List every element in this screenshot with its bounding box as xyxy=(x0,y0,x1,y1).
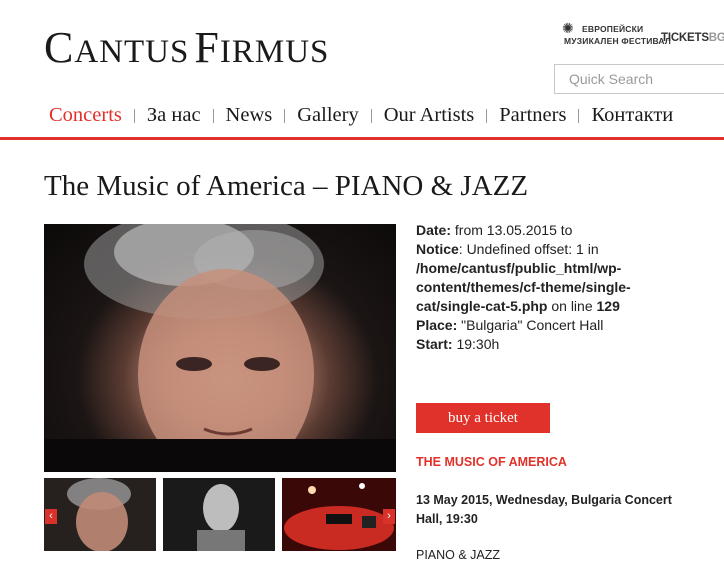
page-title: The Music of America – PIANO & JAZZ xyxy=(44,170,529,202)
gallery-next-arrow-icon[interactable]: › xyxy=(383,509,395,524)
place-label: Place: xyxy=(416,317,458,333)
buy-ticket-button[interactable]: buy a ticket xyxy=(416,403,550,433)
nav-item-partners[interactable]: Partners xyxy=(499,104,566,127)
event-place-row: Place: "Bulgaria" Concert Hall xyxy=(416,316,652,335)
concert-genre: PIANO & JAZZ xyxy=(416,548,501,562)
logo-word-antus: ANTUS xyxy=(74,34,190,70)
nav-divider xyxy=(133,108,135,123)
gallery-thumbnail[interactable] xyxy=(44,478,156,551)
event-date-row: Date: from 13.05.2015 to xyxy=(416,221,652,240)
notice-online: on line xyxy=(547,298,597,314)
ticketsbg-main: TICKETS xyxy=(661,32,709,44)
partner-ticketsbg-logo[interactable]: TICKETSBG. xyxy=(661,32,724,44)
ticketsbg-suffix: BG. xyxy=(708,32,724,44)
festival-star-icon: ✺ xyxy=(562,20,574,36)
main-event-photo[interactable] xyxy=(44,224,396,472)
php-notice: Notice: Undefined offset: 1 in /home/can… xyxy=(416,240,652,316)
nav-underline xyxy=(0,137,724,140)
logo-word-irmus: IRMUS xyxy=(219,34,330,70)
gallery-prev-arrow-icon[interactable]: ‹ xyxy=(45,509,57,524)
start-label: Start: xyxy=(416,336,453,352)
concert-title: THE MUSIC OF AMERICA xyxy=(416,455,567,469)
event-start-row: Start: 19:30h xyxy=(416,335,652,354)
nav-divider xyxy=(578,108,580,123)
gallery-thumbnail[interactable] xyxy=(282,478,396,551)
main-navigation: Concerts За нас News Gallery Our Artists… xyxy=(49,104,673,127)
event-info: Date: from 13.05.2015 to Notice: Undefin… xyxy=(416,221,652,354)
notice-label: Notice xyxy=(416,241,459,257)
site-logo[interactable]: CANTUS FIRMUS xyxy=(44,22,329,73)
quick-search-input[interactable] xyxy=(554,64,724,94)
nav-divider xyxy=(212,108,214,123)
date-value: from 13.05.2015 to xyxy=(451,222,573,238)
place-value: "Bulgaria" Concert Hall xyxy=(457,317,604,333)
notice-line-number: 129 xyxy=(596,298,620,314)
nav-divider xyxy=(486,108,488,123)
nav-item-news[interactable]: News xyxy=(226,104,273,127)
partner-festival-logo[interactable]: ✺ ЕВРОПЕЙСКИ МУЗИКАЛЕН ФЕСТИВАЛ xyxy=(562,20,671,50)
gallery-thumbnail[interactable] xyxy=(163,478,275,551)
festival-line-2: МУЗИКАЛЕН ФЕСТИВАЛ xyxy=(564,36,672,46)
nav-item-contacts[interactable]: Контакти xyxy=(591,104,673,127)
nav-item-our-artists[interactable]: Our Artists xyxy=(384,104,475,127)
nav-divider xyxy=(370,108,372,123)
festival-line-1: ЕВРОПЕЙСКИ xyxy=(582,24,644,34)
date-label: Date: xyxy=(416,222,452,238)
nav-item-about[interactable]: За нас xyxy=(147,104,201,127)
nav-item-gallery[interactable]: Gallery xyxy=(297,104,358,127)
start-value: 19:30h xyxy=(452,336,500,352)
nav-divider xyxy=(284,108,286,123)
logo-letter-c: C xyxy=(44,23,75,72)
concert-date-place: 13 May 2015, Wednesday, Bulgaria Concert… xyxy=(416,493,672,526)
nav-item-concerts[interactable]: Concerts xyxy=(49,104,122,127)
notice-text: : Undefined offset: 1 in xyxy=(458,241,599,257)
logo-letter-f: F xyxy=(194,23,220,72)
